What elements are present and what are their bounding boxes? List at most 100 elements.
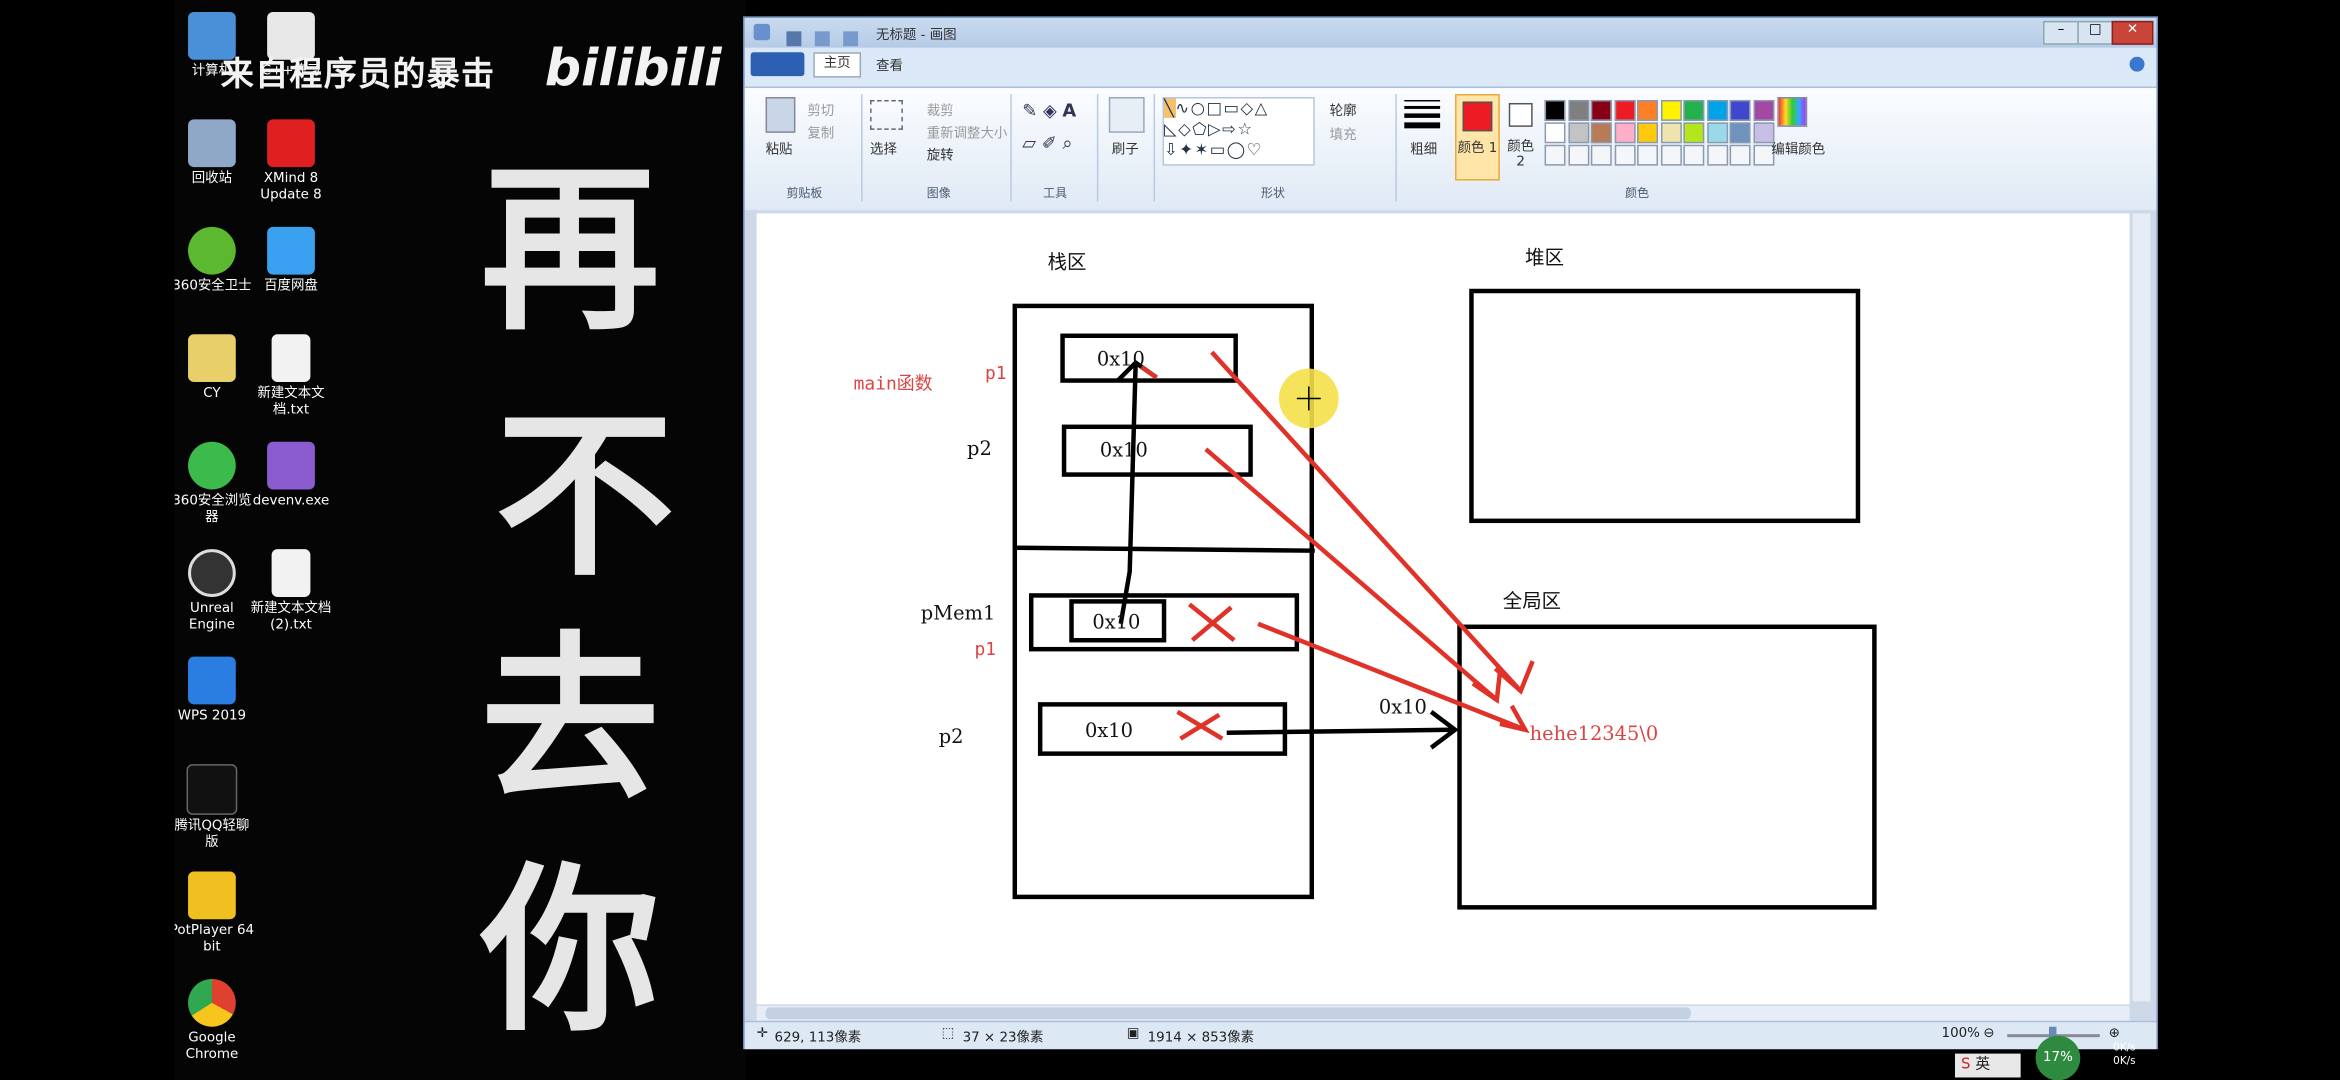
desktop-icon-text-file-2[interactable]: 新建文本文档 (2).txt	[248, 549, 335, 634]
tools-icons[interactable]: ✎ ◈ A	[1022, 100, 1076, 121]
palette-swatch[interactable]	[1729, 122, 1751, 144]
desktop-icon-unreal[interactable]: Unreal Engine	[175, 549, 256, 634]
palette-swatch[interactable]	[1613, 99, 1635, 121]
desktop-icon-xmind[interactable]: XMind 8 Update 8	[248, 119, 335, 204]
palette-swatch[interactable]	[1567, 122, 1589, 144]
desktop-icon-recycle-bin[interactable]: 回收站	[175, 119, 256, 188]
cursor-position: 629, 113像素	[774, 1031, 862, 1047]
palette-empty-swatch[interactable]	[1590, 144, 1612, 166]
shapes-gallery[interactable]: ╲∿○□▭◇△ ◺◇⬠▷⇨☆ ⇩✦✶▭◯♡	[1162, 97, 1315, 166]
tab-home[interactable]: 主页	[813, 52, 862, 78]
undo-icon[interactable]	[814, 31, 830, 47]
color-palette	[1544, 99, 1778, 172]
stack-label: 栈区	[1047, 252, 1087, 275]
palette-empty-swatch[interactable]	[1613, 144, 1635, 166]
palette-swatch[interactable]	[1729, 99, 1751, 121]
close-button[interactable]: ✕	[2111, 20, 2154, 45]
paste-button[interactable]: 粘贴	[766, 139, 793, 158]
desktop-icon-devenv[interactable]: devenv.exe	[248, 441, 335, 511]
maximize-button[interactable]: □	[2077, 20, 2114, 45]
desktop-icon-text-file[interactable]: 新建文本文档.txt	[248, 334, 335, 419]
edit-colors-button[interactable]: 编辑颜色	[1771, 139, 1825, 158]
palette-swatch[interactable]	[1590, 99, 1612, 121]
palette-empty-swatch[interactable]	[1544, 144, 1566, 166]
palette-swatch[interactable]	[1637, 122, 1659, 144]
rotate-button[interactable]: 旋转	[927, 145, 954, 164]
palette-swatch[interactable]	[1544, 99, 1566, 121]
cpu-usage-widget[interactable]: 17%	[2035, 1035, 2081, 1080]
crop-button[interactable]: 裁剪	[927, 100, 954, 119]
size-icon[interactable]	[1404, 99, 1441, 129]
paste-icon[interactable]	[765, 97, 796, 133]
desktop-icon-cy-folder[interactable]: CY	[175, 334, 256, 403]
360-safe-icon	[188, 226, 236, 275]
palette-swatch[interactable]	[1683, 99, 1705, 121]
cut-button[interactable]: 剪切	[807, 100, 834, 119]
title-bar: 无标题 - 画图 – □ ✕	[744, 17, 2157, 48]
desktop-icon-potplayer[interactable]: PotPlayer 64 bit	[175, 871, 256, 957]
redo-icon[interactable]	[843, 31, 859, 47]
fill-button[interactable]: 填充	[1330, 124, 1357, 143]
palette-swatch[interactable]	[1752, 99, 1774, 121]
palette-swatch[interactable]	[1544, 122, 1566, 144]
image-size-icon: ▣	[1126, 1026, 1140, 1042]
drawing-canvas[interactable]: 栈区 堆区 全局区 main函数 p1 p2 pMem1 p1 p2 0x10 …	[756, 213, 2130, 1005]
palette-empty-swatch[interactable]	[1567, 144, 1589, 166]
palette-empty-swatch[interactable]	[1637, 144, 1659, 166]
desktop-icon-chrome[interactable]: Google Chrome	[175, 978, 256, 1064]
resize-button[interactable]: 重新调整大小	[927, 122, 1008, 142]
brush-icon[interactable]	[1108, 97, 1145, 133]
minimize-button[interactable]: –	[2043, 20, 2079, 45]
palette-swatch[interactable]	[1590, 122, 1612, 144]
palette-empty-swatch[interactable]	[1683, 144, 1705, 166]
desktop-icon-360-browser[interactable]: 360安全浏览器	[175, 441, 256, 527]
copy-button[interactable]: 复制	[807, 122, 834, 142]
paint-menu-button[interactable]	[750, 52, 805, 77]
stack-divider	[1014, 545, 1315, 553]
ime-indicator[interactable]: S 英	[1954, 1053, 2021, 1078]
palette-empty-swatch[interactable]	[1706, 144, 1728, 166]
palette-empty-swatch[interactable]	[1729, 144, 1751, 166]
outline-button[interactable]: 轮廓	[1330, 100, 1357, 119]
vertical-scrollbar[interactable]	[2132, 213, 2151, 1002]
palette-empty-swatch[interactable]	[1660, 144, 1682, 166]
palette-swatch[interactable]	[1567, 99, 1589, 121]
p2-box	[1061, 424, 1253, 477]
select-icon[interactable]	[870, 99, 903, 130]
palette-swatch[interactable]	[1613, 122, 1635, 144]
palette-swatch[interactable]	[1706, 99, 1728, 121]
palette-swatch[interactable]	[1683, 122, 1705, 144]
palette-swatch[interactable]	[1660, 99, 1682, 121]
palette-swatch[interactable]	[1637, 99, 1659, 121]
pmem-p1-address: 0x10	[1092, 611, 1141, 635]
pointer-arrow-black-up	[1118, 362, 1138, 625]
red-cross-2	[1176, 709, 1224, 741]
zoom-out-icon[interactable]: ⊖	[1983, 1027, 1994, 1042]
palette-swatch[interactable]	[1660, 122, 1682, 144]
zoom-in-icon[interactable]: ⊕	[2109, 1027, 2120, 1042]
tab-view[interactable]: 查看	[876, 55, 903, 75]
horizontal-scroll-thumb[interactable]	[765, 1007, 1691, 1020]
quick-access-toolbar[interactable]	[786, 24, 870, 47]
desktop-icon-360-safe[interactable]: 360安全卫士	[175, 226, 256, 296]
tools-icons-row2[interactable]: ▱ ✐ ⌕	[1022, 133, 1072, 155]
color1-selector[interactable]: 颜色 1	[1455, 94, 1500, 181]
size-button[interactable]: 粗细	[1410, 139, 1437, 158]
select-button[interactable]: 选择	[870, 139, 897, 158]
desktop-icon-wps[interactable]: WPS 2019	[175, 656, 256, 726]
brushes-button[interactable]: 刷子	[1112, 139, 1139, 158]
save-icon[interactable]	[786, 31, 802, 47]
palette-swatch[interactable]	[1706, 122, 1728, 144]
brush-char-4: 你	[480, 846, 660, 1057]
desktop-icon-qq[interactable]: 腾讯QQ轻聊版	[175, 764, 256, 852]
visual-studio-icon	[267, 441, 315, 490]
red-arrowhead-p2	[1471, 672, 1503, 704]
desktop-icon-baidu-netdisk[interactable]: 百度网盘	[248, 226, 335, 296]
pmem-label: pMem1	[920, 602, 996, 626]
network-speed: 0K/s 0K/s	[2113, 1041, 2136, 1068]
edit-colors-icon[interactable]	[1777, 97, 1808, 127]
help-icon[interactable]	[2129, 56, 2145, 72]
shapes-group-label: 形状	[1261, 186, 1285, 200]
horizontal-scrollbar[interactable]	[756, 1005, 2130, 1021]
color2-selector[interactable]: 颜色 2	[1503, 94, 1539, 178]
